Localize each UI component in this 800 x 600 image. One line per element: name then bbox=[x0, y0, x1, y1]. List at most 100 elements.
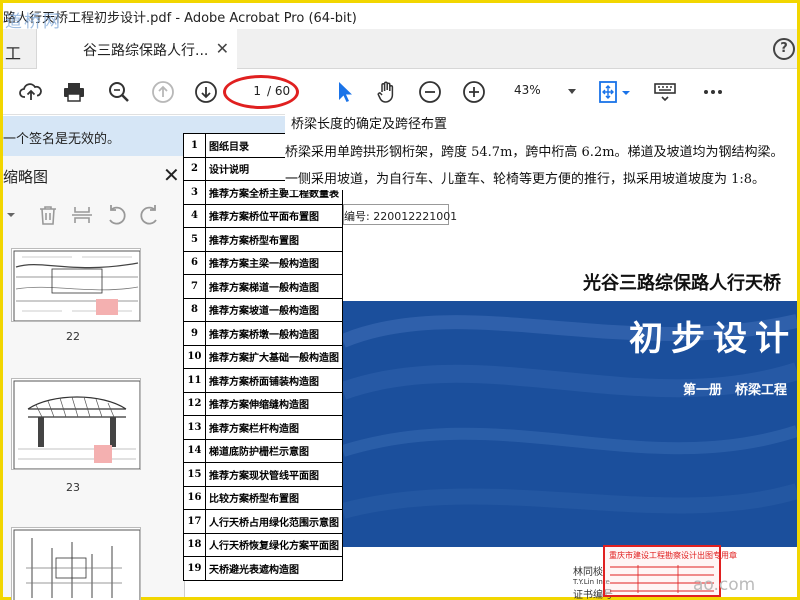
page-thumbnail-image bbox=[13, 529, 140, 600]
extract-page-icon[interactable] bbox=[71, 204, 93, 226]
table-row: 16 比较方案桥型布置图 bbox=[183, 485, 343, 510]
drawing-index-body: 1 图纸目录 2 设计说明 3 推荐方案全桥主要工程数量表 4 推荐方案桥位平面布置图 5 推荐方… bbox=[183, 133, 343, 581]
drawing-name: 推荐方案主梁一般构造图 bbox=[205, 250, 343, 275]
row-number: 16 bbox=[183, 485, 206, 510]
row-number: 8 bbox=[183, 297, 206, 322]
table-row: 8 推荐方案坡道一般构造图 bbox=[183, 297, 343, 322]
signature-message: 一个签名是无效的。 bbox=[3, 132, 121, 147]
cover-heading: 初步设计 bbox=[629, 319, 797, 359]
row-number: 4 bbox=[183, 203, 206, 228]
serial-number: 编号: 220012221001 bbox=[343, 204, 457, 225]
table-row: 17 人行天桥占用绿化范围示意图 bbox=[183, 509, 343, 534]
drawing-name: 推荐方案现状管线平面图 bbox=[205, 462, 343, 487]
table-row: 18 人行天桥恢复绿化方案平面图 bbox=[183, 532, 343, 557]
print-icon[interactable] bbox=[62, 80, 86, 104]
table-row: 10 推荐方案扩大基础一般构造图 bbox=[183, 344, 343, 369]
drawing-name: 推荐方案桥位平面布置图 bbox=[205, 203, 343, 228]
previous-page-icon[interactable] bbox=[151, 80, 175, 104]
row-number: 15 bbox=[183, 462, 206, 487]
hand-tool-icon[interactable] bbox=[375, 80, 399, 104]
row-number: 11 bbox=[183, 368, 206, 393]
select-cursor-icon[interactable] bbox=[333, 80, 357, 104]
fit-page-icon[interactable] bbox=[597, 80, 621, 104]
row-number: 10 bbox=[183, 344, 206, 369]
drawing-name: 梯道底防护栅栏示意图 bbox=[205, 438, 343, 463]
panel-toolbar bbox=[3, 200, 185, 230]
watermark-text: ao.com bbox=[693, 575, 756, 595]
tab-document[interactable]: 谷三路综保路人行... ✕ bbox=[37, 29, 237, 69]
page-thumbnail-image bbox=[13, 250, 140, 321]
row-number: 6 bbox=[183, 250, 206, 275]
table-row: 5 推荐方案桥型布置图 bbox=[183, 227, 343, 252]
drawing-name: 推荐方案桥墩一般构造图 bbox=[205, 321, 343, 346]
row-number: 17 bbox=[183, 509, 206, 534]
table-row: 7 推荐方案梯道一般构造图 bbox=[183, 274, 343, 299]
row-number: 13 bbox=[183, 415, 206, 440]
page-thumbnail-22[interactable] bbox=[11, 248, 141, 322]
drawing-name: 推荐方案伸缩缝构造图 bbox=[205, 391, 343, 416]
tab-bar: 工具 谷三路综保路人行... ✕ ? bbox=[3, 29, 797, 87]
drawing-name: 人行天桥占用绿化范围示意图 bbox=[205, 509, 343, 534]
page-thumbnail-image bbox=[13, 380, 140, 469]
options-dropdown-icon[interactable] bbox=[5, 206, 15, 224]
delete-icon[interactable] bbox=[37, 204, 59, 226]
thumbnail-label: 22 bbox=[66, 330, 80, 343]
text-popup: 桥梁长度的确定及跨径布置 桥梁采用单跨拱形钢桁架，跨度 54.7m，跨中桁高 6… bbox=[285, 108, 797, 190]
row-number: 3 bbox=[183, 180, 206, 205]
drawing-index-table: 1 图纸目录 2 设计说明 3 推荐方案全桥主要工程数量表 4 推荐方案桥位平面布置图 5 推荐方… bbox=[183, 133, 343, 581]
cover-volume: 第一册 桥梁工程 bbox=[683, 383, 788, 398]
tab-tools[interactable]: 工具 bbox=[3, 29, 37, 87]
row-number: 7 bbox=[183, 274, 206, 299]
zoom-out-icon[interactable] bbox=[418, 80, 442, 104]
table-row: 6 推荐方案主梁一般构造图 bbox=[183, 250, 343, 275]
title-bar: 路人行天桥工程初步设计.pdf - Adobe Acrobat Pro (64-… bbox=[3, 3, 797, 29]
next-page-icon[interactable] bbox=[194, 80, 218, 104]
drawing-name: 推荐方案桥面铺装构造图 bbox=[205, 368, 343, 393]
zoom-dropdown[interactable]: 43% bbox=[508, 83, 578, 103]
search-icon[interactable] bbox=[107, 80, 131, 104]
thumbnail-label: 23 bbox=[66, 481, 80, 494]
table-row: 19 天桥避光表遮构造图 bbox=[183, 556, 343, 581]
help-icon[interactable]: ? bbox=[773, 38, 795, 60]
page-thumbnail-24[interactable] bbox=[11, 527, 141, 600]
drawing-name: 推荐方案坡道一般构造图 bbox=[205, 297, 343, 322]
row-number: 1 bbox=[183, 133, 206, 158]
popup-line-1: 桥梁采用单跨拱形钢桁架，跨度 54.7m，跨中桁高 6.2m。梯道及坡道均为钢结… bbox=[285, 145, 784, 160]
table-row: 9 推荐方案桥墩一般构造图 bbox=[183, 321, 343, 346]
row-number: 19 bbox=[183, 556, 206, 581]
close-panel-icon[interactable]: ✕ bbox=[163, 163, 180, 187]
keyboard-icon[interactable] bbox=[653, 80, 677, 104]
table-row: 13 推荐方案栏杆构造图 bbox=[183, 415, 343, 440]
thumbnails-panel: 缩略图 ✕ 22 23 bbox=[3, 156, 185, 600]
drawing-name: 天桥避光表遮构造图 bbox=[205, 556, 343, 581]
fit-page-dropdown-icon[interactable] bbox=[621, 80, 631, 104]
drawing-name: 推荐方案桥型布置图 bbox=[205, 227, 343, 252]
table-row: 4 推荐方案桥位平面布置图 bbox=[183, 203, 343, 228]
row-number: 5 bbox=[183, 227, 206, 252]
zoom-value: 43% bbox=[514, 83, 541, 97]
page-thumbnail-23[interactable] bbox=[11, 378, 141, 470]
watermark: 道桥网 bbox=[5, 12, 62, 29]
chevron-down-icon bbox=[568, 89, 576, 94]
row-number: 12 bbox=[183, 391, 206, 416]
zoom-in-icon[interactable] bbox=[462, 80, 486, 104]
rotate-left-icon[interactable] bbox=[105, 204, 127, 226]
row-number: 2 bbox=[183, 156, 206, 181]
rotate-right-icon[interactable] bbox=[139, 204, 161, 226]
table-row: 15 推荐方案现状管线平面图 bbox=[183, 462, 343, 487]
tab-document-label: 谷三路综保路人行... bbox=[83, 43, 209, 59]
popup-line-2: 一侧采用坡道，为自行车、儿童车、轮椅等更方便的推行，拟采用坡道坡度为 1:8。 bbox=[285, 172, 766, 187]
table-row: 12 推荐方案伸缩缝构造图 bbox=[183, 391, 343, 416]
row-number: 9 bbox=[183, 321, 206, 346]
row-number: 14 bbox=[183, 438, 206, 463]
table-row: 11 推荐方案桥面铺装构造图 bbox=[183, 368, 343, 393]
highlight-annotation bbox=[223, 75, 299, 109]
table-row: 14 梯道底防护栅栏示意图 bbox=[183, 438, 343, 463]
close-tab-icon[interactable]: ✕ bbox=[216, 39, 229, 58]
drawing-name: 推荐方案扩大基础一般构造图 bbox=[205, 344, 343, 369]
more-options-icon[interactable] bbox=[701, 80, 725, 104]
cloud-upload-icon[interactable] bbox=[19, 80, 43, 104]
row-number: 18 bbox=[183, 532, 206, 557]
popup-title: 桥梁长度的确定及跨径布置 bbox=[291, 117, 448, 132]
drawing-name: 人行天桥恢复绿化方案平面图 bbox=[205, 532, 343, 557]
